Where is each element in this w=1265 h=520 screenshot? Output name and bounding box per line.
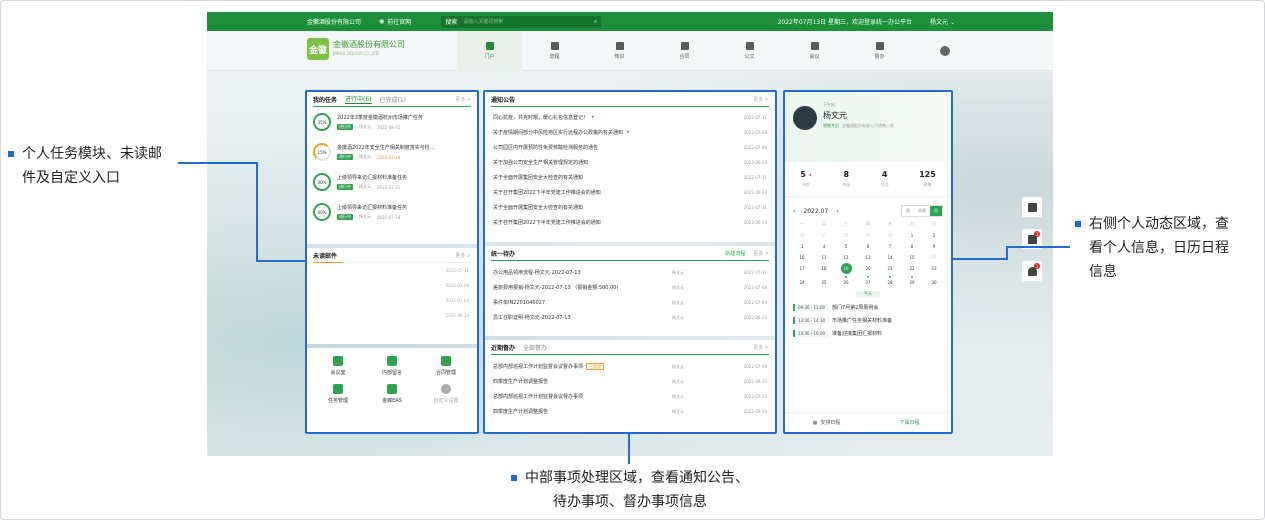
highlight-left bbox=[305, 90, 479, 434]
user-menu[interactable]: 杨文元 ⌄ bbox=[930, 17, 955, 26]
logo-mark: 金徽 bbox=[307, 38, 329, 60]
bell-button[interactable]: 1 bbox=[1022, 261, 1042, 281]
meeting-icon bbox=[810, 42, 819, 50]
globe-icon: ◉ bbox=[379, 18, 385, 25]
document-icon bbox=[745, 42, 754, 50]
clipboard-button[interactable] bbox=[1022, 197, 1042, 217]
org-chart-icon bbox=[550, 42, 559, 50]
portal-screenshot: 金徽酒股份有限公司 ◉ 前往官网 搜索 请输入关键词搜索 ⌕ 2022年07月13… bbox=[207, 12, 1053, 456]
book-icon bbox=[615, 42, 624, 50]
nav-document[interactable]: 公文 bbox=[717, 31, 782, 71]
callout-bottom: 中部事项处理区域，查看通知公告、 待办事项、督办事项信息 bbox=[490, 466, 770, 514]
official-site-link[interactable]: ◉ 前往官网 bbox=[379, 17, 411, 26]
callout-right: 右侧个人动态区域，查 看个人信息，日历日程 信息 bbox=[1075, 212, 1229, 284]
nav-portal[interactable]: 门户 bbox=[457, 31, 522, 71]
search-scope[interactable]: 搜索 bbox=[445, 17, 457, 26]
search-box[interactable]: 搜索 请输入关键词搜索 ⌕ bbox=[441, 15, 602, 28]
top-bar: 金徽酒股份有限公司 ◉ 前往官网 搜索 请输入关键词搜索 ⌕ 2022年07月13… bbox=[207, 12, 1053, 31]
company-name: 金徽酒股份有限公司 bbox=[307, 19, 362, 26]
highlight-right bbox=[783, 90, 953, 434]
nav-contract[interactable]: 合同 bbox=[652, 31, 717, 71]
contract-icon bbox=[680, 42, 689, 50]
highlight-middle bbox=[483, 90, 777, 434]
search-input[interactable]: 请输入关键词搜索 bbox=[463, 18, 588, 25]
date-greeting: 2022年07月13日 星期三，欢迎登录统一办公平台 bbox=[777, 19, 913, 26]
nav-more[interactable] bbox=[912, 31, 977, 71]
callout-left: 个人任务模块、未读邮 件及自定义入口 bbox=[8, 142, 162, 190]
nav-process[interactable]: 流程 bbox=[522, 31, 587, 71]
nav-meeting[interactable]: 会议 bbox=[782, 31, 847, 71]
logo[interactable]: 金徽 金徽酒股份有限公司 JINHUI LIQUOR CO.,LTD. bbox=[307, 38, 405, 60]
clipboard-icon bbox=[1027, 202, 1037, 212]
search-icon[interactable]: ⌕ bbox=[594, 18, 597, 26]
nav-supervise[interactable]: 督办 bbox=[847, 31, 912, 71]
nav-knowledge[interactable]: 知识 bbox=[587, 31, 652, 71]
main-nav: 金徽 金徽酒股份有限公司 JINHUI LIQUOR CO.,LTD. 门户 流程… bbox=[207, 31, 1053, 71]
supervise-icon bbox=[875, 42, 884, 50]
more-icon bbox=[939, 46, 950, 56]
home-icon bbox=[485, 42, 494, 50]
